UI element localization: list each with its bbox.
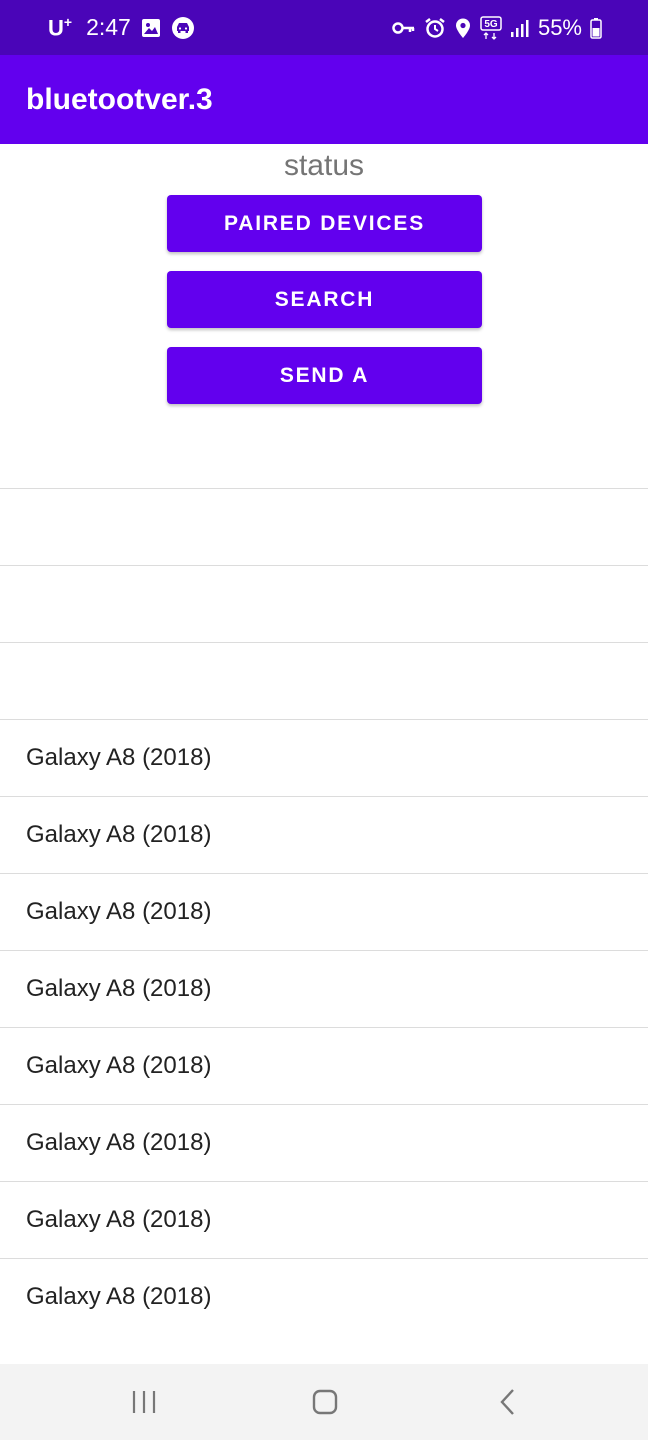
list-item[interactable]: Galaxy A8 (2018): [0, 873, 648, 950]
send-a-button[interactable]: SEND A: [167, 347, 482, 404]
list-item[interactable]: Galaxy A8 (2018): [0, 1181, 648, 1258]
clock: 2:47: [86, 14, 131, 40]
svg-text:5G: 5G: [484, 19, 498, 30]
status-label: status: [283, 149, 365, 182]
search-button[interactable]: SEARCH: [167, 271, 482, 328]
status-bar-right: 5G 55%: [392, 0, 602, 55]
recent-apps-icon[interactable]: [114, 1378, 174, 1426]
list-item[interactable]: Galaxy A8 (2018): [0, 719, 648, 796]
paired-devices-button[interactable]: PAIRED DEVICES: [167, 195, 482, 252]
battery-percent: 55%: [537, 14, 582, 40]
car-mode-icon: [171, 16, 195, 40]
list-item[interactable]: Galaxy A8 (2018): [0, 796, 648, 873]
carrier-label: U+: [48, 13, 73, 41]
location-icon: [454, 17, 472, 39]
device-list: Galaxy A8 (2018) Galaxy A8 (2018) Galaxy…: [0, 488, 648, 1335]
status-bar-left: U+ 2:47: [48, 0, 195, 55]
5g-icon: 5G: [480, 15, 502, 40]
battery-icon: [590, 17, 602, 39]
gallery-icon: [141, 18, 161, 38]
list-item[interactable]: Galaxy A8 (2018): [0, 950, 648, 1027]
list-item[interactable]: [0, 488, 648, 565]
list-item[interactable]: Galaxy A8 (2018): [0, 1027, 648, 1104]
list-item[interactable]: Galaxy A8 (2018): [0, 1258, 648, 1335]
list-item[interactable]: [0, 642, 648, 719]
back-icon[interactable]: [478, 1378, 538, 1426]
status-bar: U+ 2:47 5G 55%: [0, 0, 648, 55]
app-bar: bluetootver.3: [0, 55, 648, 144]
alarm-icon: [424, 17, 446, 39]
list-item[interactable]: Galaxy A8 (2018): [0, 1104, 648, 1181]
home-icon[interactable]: [295, 1378, 355, 1426]
list-item[interactable]: [0, 565, 648, 642]
signal-icon: [510, 18, 530, 38]
vpn-key-icon: [392, 19, 416, 37]
app-title: bluetootver.3: [26, 83, 213, 116]
navigation-bar: [0, 1364, 648, 1440]
